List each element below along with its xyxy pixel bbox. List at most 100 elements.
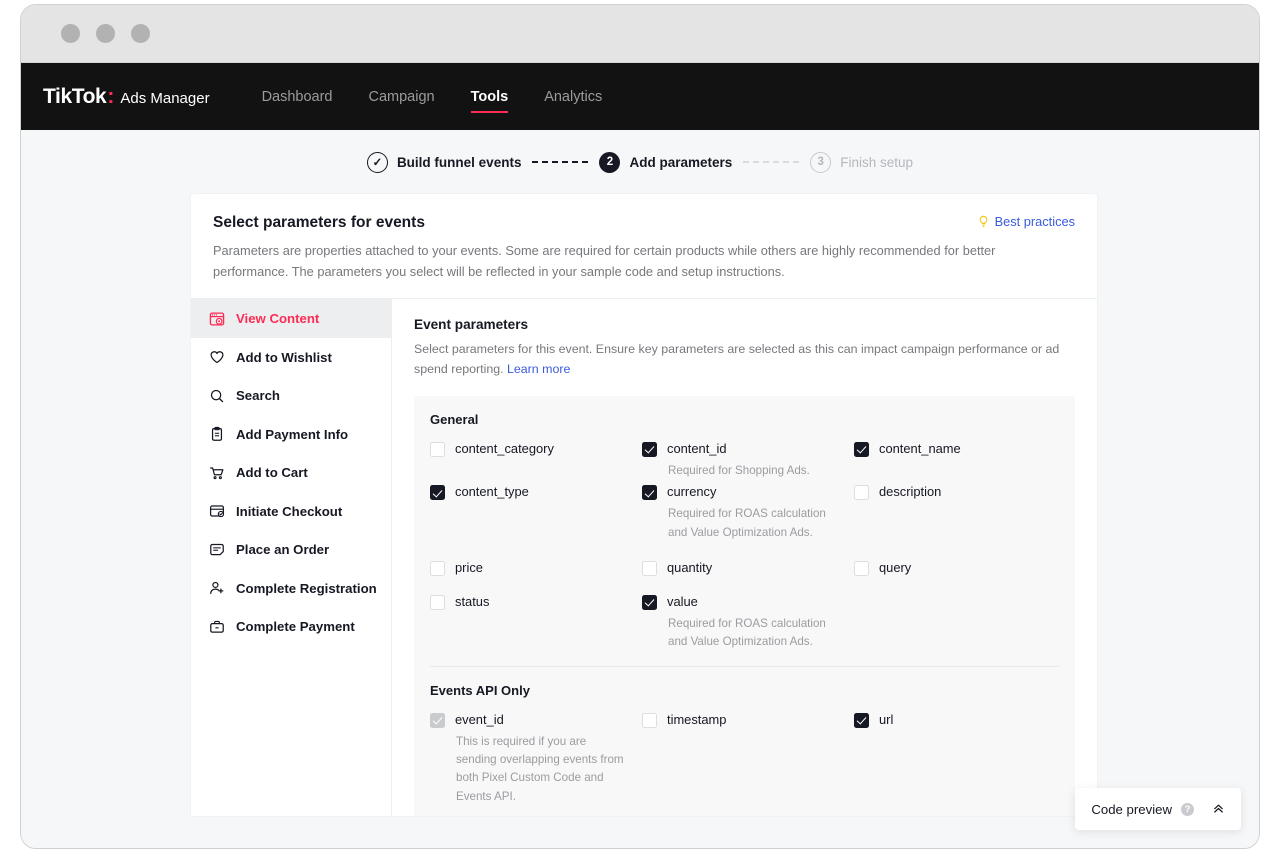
browser-chrome-bar (21, 5, 1259, 63)
nav-item-dashboard[interactable]: Dashboard (262, 63, 333, 130)
page-title: Select parameters for events (213, 214, 425, 231)
view-content-icon (209, 312, 225, 326)
brand-logo[interactable]: TikTok : Ads Manager (43, 85, 210, 109)
sidebar-item-complete-registration[interactable]: Complete Registration (191, 569, 391, 608)
sidebar-item-add-to-wishlist[interactable]: Add to Wishlist (191, 338, 391, 377)
param-event_id: event_id This is required if you are sen… (430, 712, 642, 810)
general-parameters-grid: content_category content_id Required for… (430, 441, 1059, 656)
cart-icon (209, 467, 224, 479)
param-label: quantity (667, 560, 713, 576)
chevron-up-icon[interactable] (1212, 802, 1225, 817)
parameters-description: Select parameters for this event. Ensure… (414, 340, 1075, 380)
nav-item-tools[interactable]: Tools (470, 63, 508, 130)
sidebar-item-label: Add to Wishlist (236, 349, 332, 365)
group-title-events-api-only: Events API Only (430, 682, 530, 698)
checkbox-content_id[interactable] (642, 442, 657, 458)
param-label: currency (667, 484, 717, 500)
param-content_id: content_id Required for Shopping Ads. (642, 441, 854, 484)
param-label: query (879, 560, 912, 576)
lightbulb-icon (979, 215, 987, 227)
checkbox-value[interactable] (642, 595, 657, 611)
grid-spacer-e (642, 580, 854, 594)
parameters-box: General content_category content_id Requ… (414, 396, 1075, 816)
step-build-funnel-events[interactable]: ✓ Build funnel events (366, 151, 522, 173)
param-description: description (854, 484, 1059, 546)
checkbox-content_category[interactable] (430, 442, 445, 458)
window-minimize-dot[interactable] (96, 24, 115, 43)
param-value: value Required for ROAS calculation and … (642, 594, 854, 656)
window-maximize-dot[interactable] (131, 24, 150, 43)
nav-item-campaign[interactable]: Campaign (369, 63, 435, 130)
heart-icon (210, 351, 224, 364)
step-3-marker: 3 (810, 151, 832, 173)
setup-stepper: ✓ Build funnel events 2 Add parameters 3… (21, 130, 1259, 194)
page-content: ✓ Build funnel events 2 Add parameters 3… (21, 130, 1259, 848)
nav-links: Dashboard Campaign Tools Analytics (262, 63, 602, 130)
card-header: Select parameters for events Parameters … (191, 194, 1097, 298)
code-preview-label: Code preview (1091, 801, 1172, 817)
code-preview-panel[interactable]: Code preview ? (1075, 788, 1241, 830)
sidebar-item-label: Complete Registration (236, 580, 377, 596)
checkbox-quantity[interactable] (642, 561, 657, 577)
parameters-card: Select parameters for events Parameters … (191, 194, 1097, 816)
sidebar-item-label: View Content (236, 311, 320, 327)
group-divider (430, 665, 1059, 667)
sidebar-item-place-an-order[interactable]: Place an Order (191, 530, 391, 569)
step-finish-setup[interactable]: 3 Finish setup (810, 151, 913, 173)
grid-spacer-a (430, 546, 642, 560)
param-label: content_id (667, 441, 727, 457)
param-content_category: content_category (430, 441, 642, 484)
event-parameters-panel: Event parameters Select parameters for t… (392, 299, 1097, 816)
top-navigation-bar: TikTok : Ads Manager Dashboard Campaign … (21, 63, 1259, 130)
brand-colon: : (107, 84, 115, 108)
param-query: query (854, 560, 1059, 580)
sidebar-item-initiate-checkout[interactable]: Initiate Checkout (191, 492, 391, 531)
param-empty-slot (854, 594, 1059, 656)
help-icon[interactable]: ? (1181, 802, 1194, 816)
best-practices-link[interactable]: Best practices (977, 214, 1075, 229)
param-url: url (854, 712, 1059, 810)
param-content_type: content_type (430, 484, 642, 546)
sidebar-item-search[interactable]: Search (191, 376, 391, 415)
sidebar-item-label: Complete Payment (236, 619, 355, 635)
param-note: Required for Shopping Ads. (668, 464, 810, 478)
event-sidebar: View Content Add to Wishlist Search Add … (191, 299, 392, 816)
checkbox-price[interactable] (430, 561, 445, 577)
nav-item-analytics[interactable]: Analytics (544, 63, 602, 130)
checkbox-url[interactable] (854, 712, 869, 728)
events-api-parameters-grid: event_id This is required if you are sen… (430, 712, 1059, 810)
param-content_name: content_name (854, 441, 1059, 484)
param-label: content_name (879, 441, 961, 457)
checkbox-query[interactable] (854, 561, 869, 577)
param-label: value (667, 594, 698, 610)
card-description: Parameters are properties attached to yo… (213, 243, 996, 279)
sidebar-item-add-payment-info[interactable]: Add Payment Info (191, 415, 391, 454)
browser-window: TikTok : Ads Manager Dashboard Campaign … (20, 4, 1260, 849)
checkbox-event_id (430, 712, 445, 728)
checkbox-timestamp[interactable] (642, 712, 657, 728)
step-1-label: Build funnel events (396, 154, 522, 170)
step-add-parameters[interactable]: 2 Add parameters (599, 151, 733, 173)
learn-more-link[interactable]: Learn more (507, 362, 570, 376)
sidebar-item-complete-payment[interactable]: Complete Payment (191, 607, 391, 646)
checkbox-description[interactable] (854, 485, 869, 501)
step-2-label: Add parameters (629, 154, 733, 170)
param-label: content_type (455, 484, 529, 500)
window-close-dot[interactable] (61, 24, 80, 43)
grid-spacer-c (854, 546, 1059, 560)
sidebar-item-view-content[interactable]: View Content (191, 299, 391, 338)
card-body: View Content Add to Wishlist Search Add … (191, 299, 1097, 816)
checkbox-content_name[interactable] (854, 442, 869, 458)
param-label: description (879, 484, 942, 500)
grid-spacer-f (854, 580, 1059, 594)
checkbox-currency[interactable] (642, 485, 657, 501)
param-label: content_category (455, 441, 554, 457)
grid-spacer-d (430, 580, 642, 594)
param-label: timestamp (667, 711, 727, 727)
checkbox-status[interactable] (430, 595, 445, 611)
bottom-action-bar: Back Cancel Skip step Next (21, 848, 1259, 849)
checkbox-content_type[interactable] (430, 485, 445, 501)
best-practices-label: Best practices (994, 214, 1075, 229)
sidebar-item-add-to-cart[interactable]: Add to Cart (191, 453, 391, 492)
param-note: Required for ROAS calculation and Value … (668, 617, 826, 649)
